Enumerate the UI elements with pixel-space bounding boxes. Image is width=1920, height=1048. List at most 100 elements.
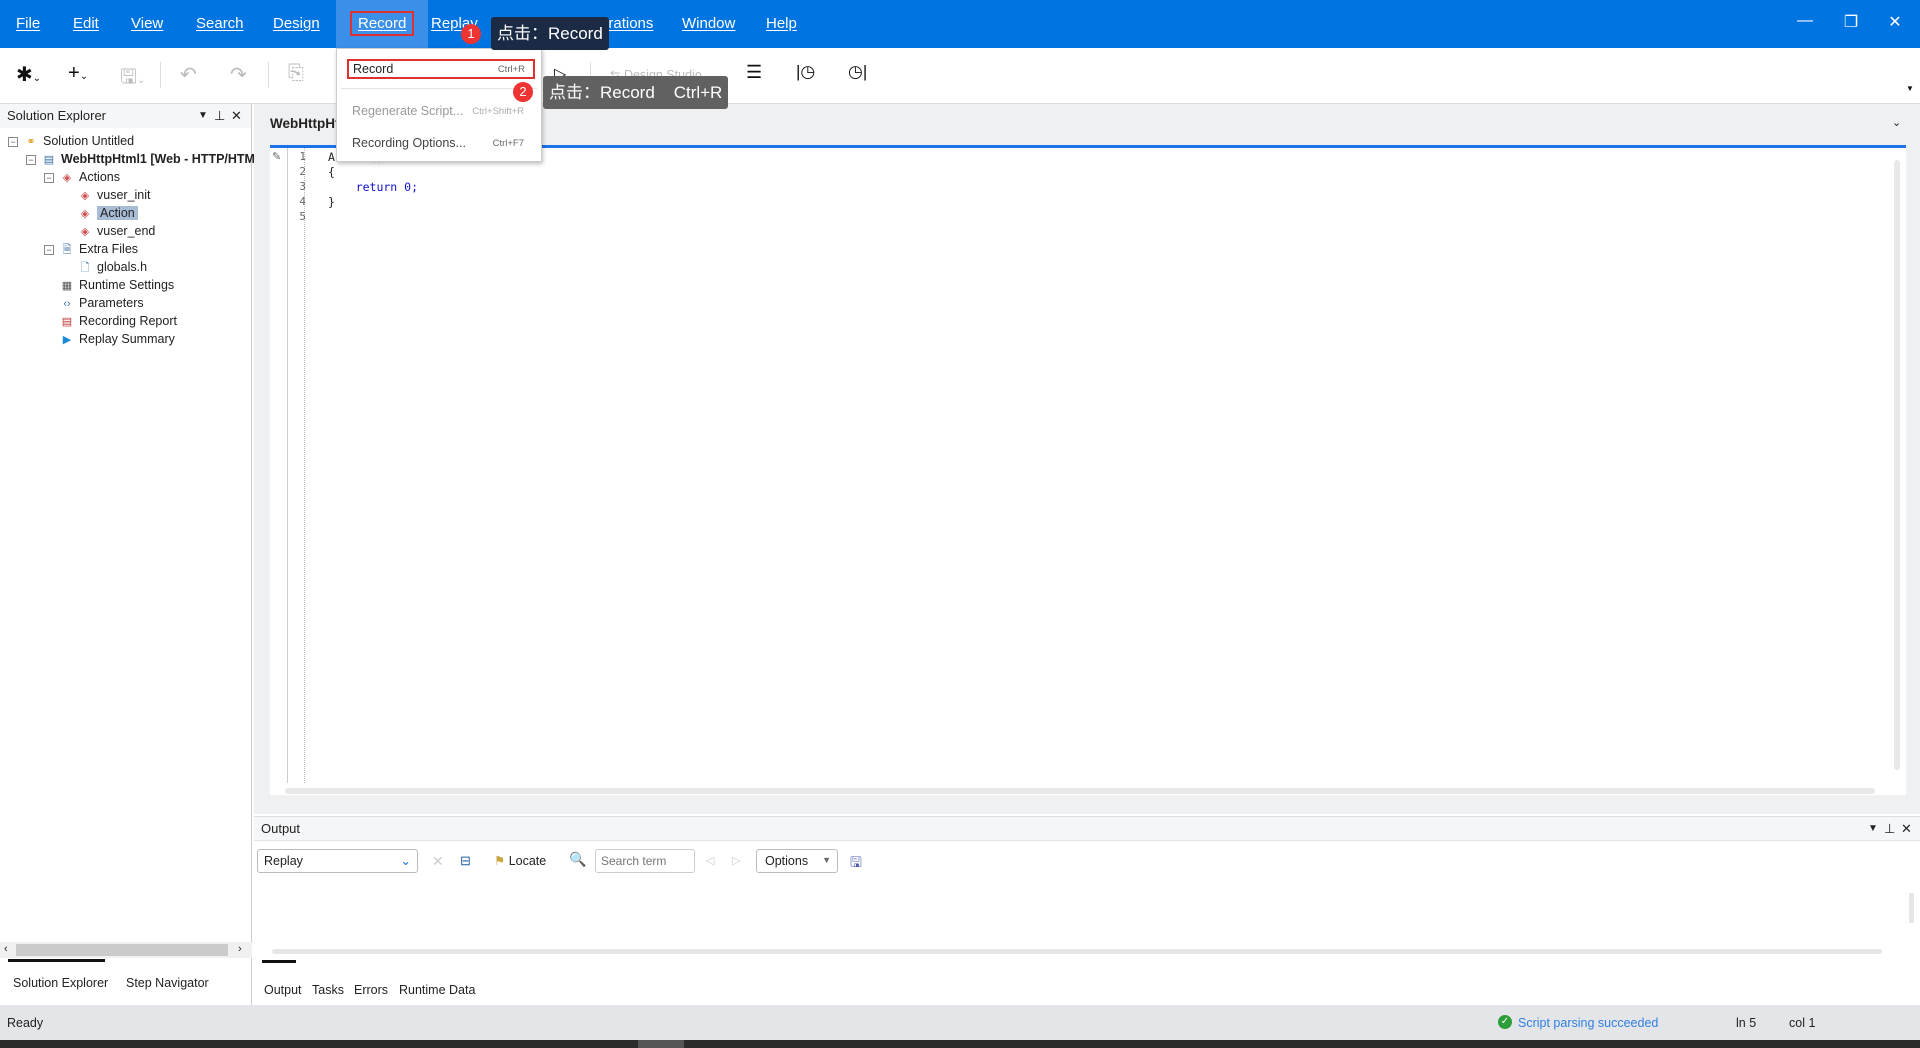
output-source-select[interactable]: Replay ⌄ [257, 849, 418, 873]
undo-icon[interactable]: ↶ [180, 62, 197, 87]
menu-search[interactable]: Search [196, 0, 244, 48]
horizontal-scrollbar[interactable]: ‹ › [0, 942, 252, 958]
collapse-icon[interactable]: − [44, 244, 54, 255]
menu-record[interactable]: Record [336, 0, 429, 48]
history-end-icon[interactable]: ◷| [848, 62, 867, 82]
add-icon[interactable]: +⌄ [68, 62, 88, 85]
toolbar: ✱⌄ +⌄ 🖫⌄ ↶ ↷ ⎘ ▷ ⇆ Design Studio ☰ |◷ ◷|… [0, 48, 1920, 104]
code-editor[interactable]: ✎ 1Action()2{3 return 0;4}5 [270, 145, 1906, 795]
tree-item-label: Actions [79, 170, 120, 184]
refresh-file-icon[interactable]: ⎘ [288, 62, 304, 85]
new-script-icon[interactable]: ✱⌄ [16, 62, 41, 87]
menu-item-record[interactable]: Record Ctrl+R [353, 62, 525, 76]
output-tab[interactable]: Errors [354, 983, 388, 997]
regenerate-label: Regenerate Script... [352, 104, 464, 118]
tree-item-label: Action [97, 206, 138, 220]
prev-result-icon[interactable]: ◁ [706, 854, 714, 867]
panel-menu-icon[interactable]: ▼ [198, 104, 208, 128]
tree-item[interactable]: ‹› Parameters [60, 294, 143, 312]
close-icon[interactable]: ✕ [1880, 12, 1910, 32]
tree-node-icon: ▤ [43, 153, 55, 166]
output-menu-icon[interactable]: ▼ [1868, 817, 1878, 841]
redo-icon[interactable]: ↷ [230, 62, 247, 87]
word-wrap-icon[interactable]: ⊟ [460, 853, 471, 869]
menu-record-label: Record [350, 11, 415, 36]
tree-item[interactable]: − ◈ Actions [44, 168, 120, 186]
collapse-icon[interactable]: − [26, 154, 36, 165]
line-number: ln 5 [1736, 1016, 1757, 1030]
menu-view[interactable]: View [131, 0, 163, 48]
status-bar: Ready ✓ Script parsing succeeded ln 5 co… [0, 1005, 1920, 1041]
menu-item-recording-options[interactable]: Recording Options... Ctrl+F7 [352, 136, 524, 150]
tree-item[interactable]: − ⚭ Solution Untitled [8, 132, 134, 150]
editor-hscrollbar[interactable] [285, 788, 1875, 794]
tree-node-icon: 🗋 [80, 261, 90, 274]
tree-node-icon: ‹› [63, 297, 71, 310]
save-icon[interactable]: 🖫⌄ [120, 62, 145, 96]
toolbar-overflow-icon[interactable]: ▼ [1906, 84, 1914, 93]
tab-solution-explorer[interactable]: Solution Explorer [13, 976, 108, 990]
collapse-icon[interactable]: − [44, 172, 54, 183]
tree-item-label: WebHttpHtml1 [Web - HTTP/HTML] [61, 152, 267, 166]
tree-item[interactable]: − 🗎 Extra Files [44, 240, 138, 258]
minimize-icon[interactable]: — [1790, 12, 1820, 30]
line-number: 5 [299, 210, 306, 223]
annotation-tooltip-1: 点击：Record [491, 17, 609, 50]
tree-item[interactable]: ◈ vuser_end [78, 222, 156, 240]
options-dropdown-icon: ▼ [822, 855, 831, 865]
tree-node-icon: ◈ [80, 207, 90, 220]
save-output-icon[interactable]: 🖫 [850, 852, 862, 876]
tab-overflow-icon[interactable]: ⌄ [1892, 116, 1901, 129]
next-result-icon[interactable]: ▷ [732, 854, 740, 867]
output-hscrollbar[interactable] [272, 949, 1882, 954]
tree-item-label: Replay Summary [79, 332, 175, 346]
menu-design[interactable]: Design [273, 0, 320, 48]
menu-help[interactable]: Help [766, 0, 797, 48]
clear-icon[interactable]: ✕ [432, 853, 444, 870]
line-number: 3 [299, 180, 306, 193]
menu-file[interactable]: File [16, 0, 40, 48]
output-title: Output [261, 821, 301, 836]
tree-item-label: Recording Report [79, 314, 177, 328]
line-number: 2 [299, 165, 306, 178]
tree-item[interactable]: − ▤ WebHttpHtml1 [Web - HTTP/HTML] [26, 150, 267, 168]
menu-window[interactable]: Window [682, 0, 735, 48]
tree-item[interactable]: ▦ Runtime Settings [60, 276, 174, 294]
taskbar [0, 1040, 1920, 1048]
pin-icon[interactable]: ⊥ [214, 104, 225, 128]
chevron-down-icon: ⌄ [400, 854, 411, 868]
output-pin-icon[interactable]: ⊥ [1884, 817, 1895, 841]
locate-button[interactable]: ⚑ Locate [494, 853, 546, 868]
record-shortcut: Ctrl+R [497, 64, 525, 75]
tree-item[interactable]: ◈ vuser_init [78, 186, 151, 204]
search-icon[interactable]: 🔍 [569, 851, 586, 868]
annotation-badge-1: 1 [461, 24, 481, 44]
restore-icon[interactable]: ❐ [1836, 12, 1866, 32]
tree-node-icon: 🗎 [62, 243, 72, 256]
tree-item[interactable]: 🗋 globals.h [78, 258, 147, 276]
tree-node-icon: ⚭ [26, 135, 36, 148]
tree-item[interactable]: ▶ Replay Summary [60, 330, 175, 348]
output-tab[interactable]: Tasks [312, 983, 344, 997]
menu-edit[interactable]: Edit [73, 0, 99, 48]
tree-item-label: Extra Files [79, 242, 139, 256]
solution-explorer-panel: Solution Explorer ▼ ⊥ ✕ − ⚭ Solution Untit… [0, 104, 267, 1005]
output-source-value: Replay [264, 854, 303, 868]
options-button[interactable]: Options ▼ [756, 849, 838, 873]
history-start-icon[interactable]: |◷ [796, 62, 815, 82]
collapse-icon[interactable]: − [8, 136, 18, 147]
close-panel-icon[interactable]: ✕ [231, 104, 242, 128]
editor-vscrollbar[interactable] [1894, 160, 1900, 770]
tree-item[interactable]: ◈ Action [78, 204, 138, 222]
success-check-icon: ✓ [1498, 1015, 1512, 1029]
output-panel: Output ▼ ⊥ ✕ Replay⌄ ✕ ⊟ ⚑ Locate 🔍 ◁ ▷ … [254, 816, 1920, 1005]
output-vscrollbar[interactable] [1909, 893, 1914, 923]
menu-item-regenerate-script[interactable]: Regenerate Script... Ctrl+Shift+R [352, 104, 524, 118]
output-tab[interactable]: Runtime Data [399, 983, 475, 997]
output-close-icon[interactable]: ✕ [1901, 817, 1912, 841]
steps-list-icon[interactable]: ☰ [746, 62, 762, 83]
tab-step-navigator[interactable]: Step Navigator [126, 976, 209, 990]
search-input[interactable] [595, 849, 695, 873]
output-tab[interactable]: Output [264, 983, 302, 997]
tree-item[interactable]: ▤ Recording Report [60, 312, 177, 330]
